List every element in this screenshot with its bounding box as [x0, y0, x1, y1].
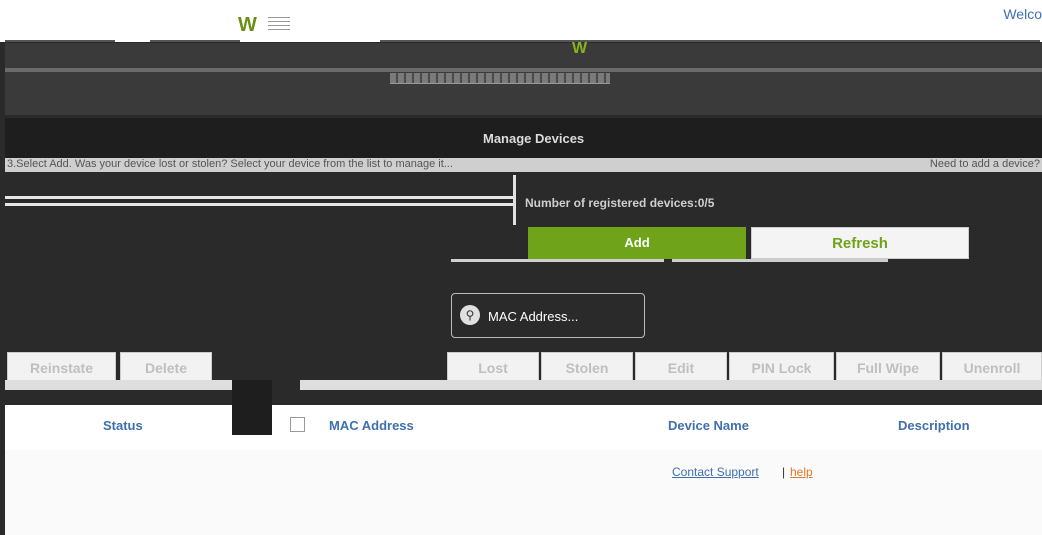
- action-bar-divider: [5, 380, 263, 390]
- column-description[interactable]: Description: [898, 418, 970, 433]
- instructions-bar: 3.Select Add. Was your device lost or st…: [5, 158, 1042, 172]
- mac-search-input[interactable]: [486, 304, 640, 328]
- header-divider: [380, 40, 1040, 42]
- help-link[interactable]: help: [790, 465, 813, 479]
- reinstate-button[interactable]: Reinstate: [7, 352, 116, 382]
- edit-button[interactable]: Edit: [635, 352, 727, 382]
- table-header-spacer: [232, 380, 272, 435]
- header-divider: [5, 40, 115, 42]
- divider: [672, 259, 888, 262]
- divider: [5, 203, 513, 206]
- contact-support-link[interactable]: Contact Support: [672, 465, 759, 479]
- divider: [451, 259, 664, 262]
- device-count: Number of registered devices:0/5: [525, 196, 715, 210]
- search-box[interactable]: ⚲: [451, 293, 645, 338]
- footer-separator: |: [782, 465, 786, 479]
- footer: [5, 450, 1042, 535]
- search-icon: ⚲: [460, 305, 480, 325]
- column-device-name[interactable]: Device Name: [668, 418, 749, 433]
- stolen-button[interactable]: Stolen: [541, 352, 633, 382]
- header-divider: [150, 40, 240, 42]
- welcome-text: Welco: [1003, 6, 1042, 22]
- unenroll-button[interactable]: Unenroll: [942, 352, 1042, 382]
- full-wipe-button[interactable]: Full Wipe: [836, 352, 940, 382]
- add-device-hint: Need to add a device?: [929, 158, 1040, 170]
- page-title: Manage Devices: [483, 131, 585, 146]
- divider: [5, 196, 513, 199]
- add-button[interactable]: Add: [528, 227, 746, 259]
- instructions-text: 3.Select Add. Was your device lost or st…: [7, 158, 453, 170]
- university-logo: W: [238, 14, 257, 36]
- refresh-button[interactable]: Refresh: [751, 227, 969, 259]
- column-status[interactable]: Status: [103, 418, 143, 433]
- action-bar-divider: [300, 380, 1042, 390]
- banner-logo: W: [572, 40, 587, 57]
- banner-link[interactable]: [390, 73, 610, 84]
- column-mac-address[interactable]: MAC Address: [329, 418, 414, 433]
- pin-lock-button[interactable]: PIN Lock: [729, 352, 834, 382]
- device-table-header: [5, 405, 1042, 450]
- select-all-checkbox[interactable]: [290, 417, 305, 432]
- lost-button[interactable]: Lost: [447, 352, 539, 382]
- delete-button[interactable]: Delete: [120, 352, 212, 382]
- logo-wordmark: [268, 17, 290, 33]
- top-header: [0, 0, 1042, 42]
- banner-stripe: [5, 68, 1042, 72]
